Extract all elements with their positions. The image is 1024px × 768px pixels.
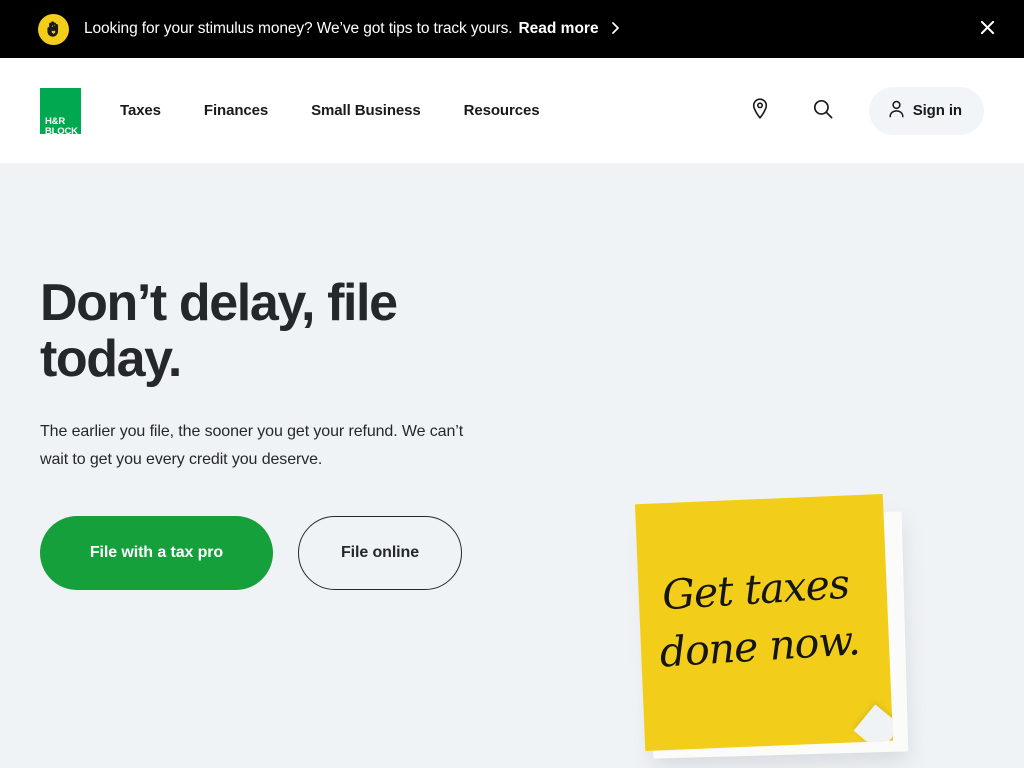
hero-cta-group: File with a tax pro File online [40, 516, 510, 590]
promo-banner-content: Looking for your stimulus money? We’ve g… [38, 13, 619, 45]
location-button[interactable] [743, 94, 777, 128]
promo-close-button[interactable] [974, 16, 1000, 42]
sign-in-button[interactable]: Sign in [868, 86, 984, 135]
sticky-note-image: Get taxes done now. [628, 493, 928, 768]
hero-section: Don’t delay, file today. The earlier you… [0, 163, 1024, 768]
hero-copy: Don’t delay, file today. The earlier you… [40, 275, 510, 590]
promo-banner: Looking for your stimulus money? We’ve g… [0, 0, 1024, 58]
sticky-note-text: Get taxes done now. [654, 554, 877, 681]
sign-in-label: Sign in [912, 102, 962, 119]
promo-read-more-link[interactable]: Read more [518, 20, 619, 39]
file-online-button[interactable]: File online [298, 516, 462, 590]
nav-link-taxes[interactable]: Taxes [120, 102, 161, 119]
close-icon [980, 20, 995, 38]
promo-read-more-label: Read more [518, 20, 599, 37]
nav-link-finances[interactable]: Finances [204, 102, 268, 119]
person-icon [888, 100, 905, 121]
raised-hand-heart-icon [38, 13, 69, 45]
chevron-right-icon [612, 21, 619, 39]
hero-subtitle: The earlier you file, the sooner you get… [40, 423, 464, 468]
promo-banner-message: Looking for your stimulus money? We’ve g… [84, 20, 513, 37]
sticky-note-line-2: done now. [658, 616, 861, 677]
site-header: H&R BLOCK Taxes Finances Small Business … [0, 58, 1024, 163]
header-actions: Sign in [743, 86, 984, 135]
page-title: Don’t delay, file today. [40, 274, 398, 388]
nav-link-small-business[interactable]: Small Business [311, 102, 421, 119]
sticky-note: Get taxes done now. [634, 493, 894, 752]
hr-block-logo[interactable]: H&R BLOCK [40, 87, 81, 137]
search-icon [813, 99, 833, 122]
search-button[interactable] [806, 94, 840, 128]
hr-block-logo-line2: BLOCK [45, 126, 78, 137]
location-pin-icon [751, 98, 769, 123]
file-with-tax-pro-button[interactable]: File with a tax pro [40, 516, 273, 590]
primary-navigation: Taxes Finances Small Business Resources [120, 102, 582, 119]
nav-link-resources[interactable]: Resources [464, 102, 540, 119]
